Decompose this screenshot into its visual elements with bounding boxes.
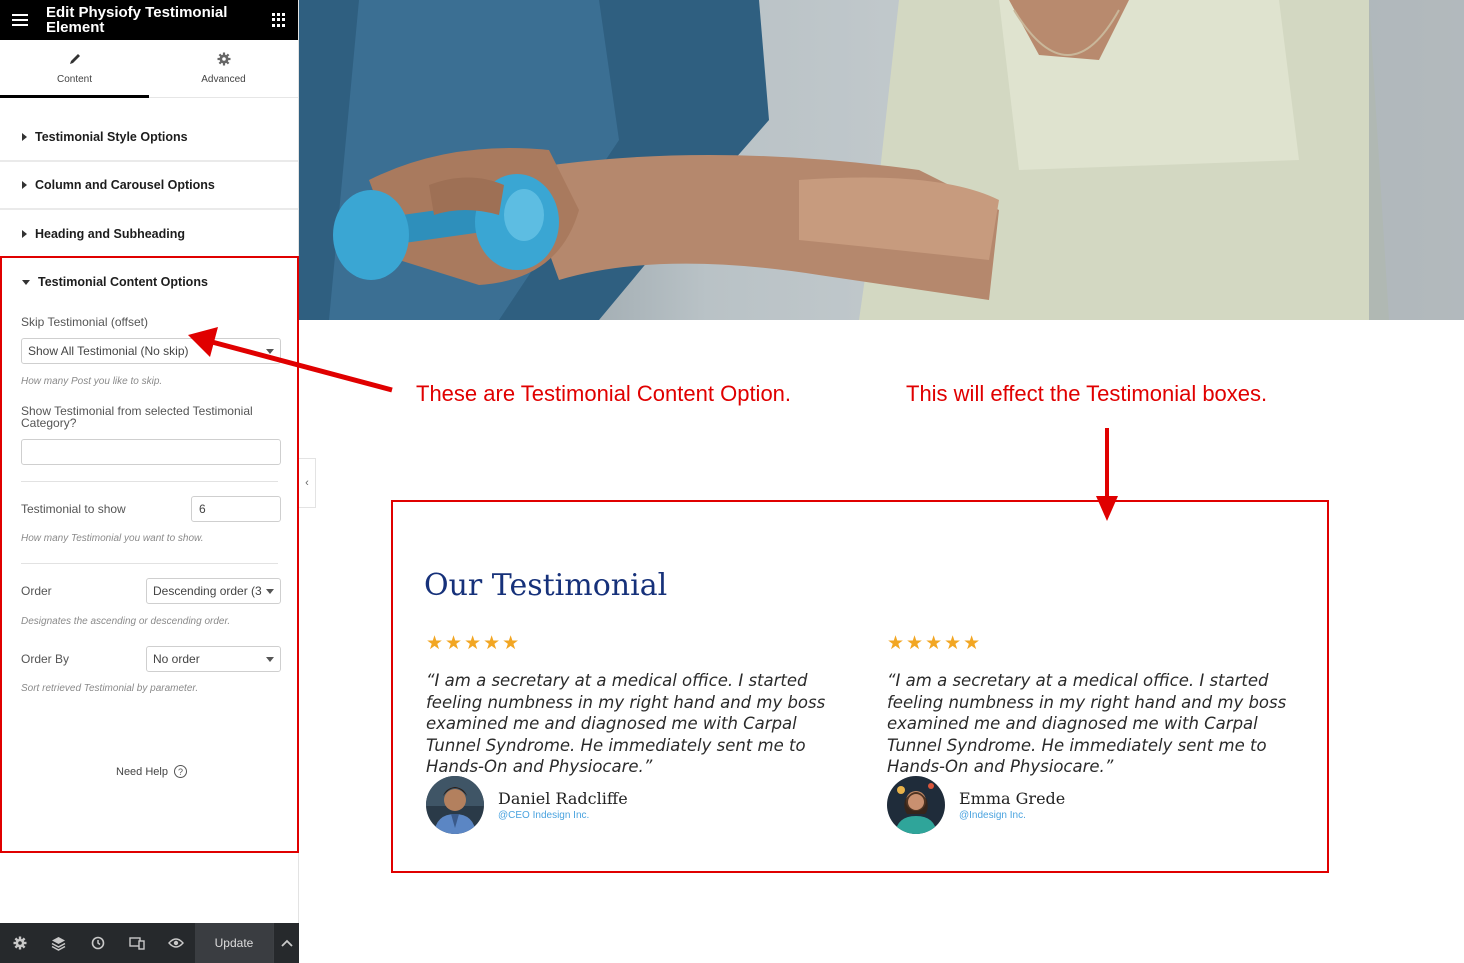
panel-title: Edit Physiofy Testimonial Element <box>46 4 228 36</box>
caret-right-icon <box>22 230 27 238</box>
person-role: @CEO Indesign Inc. <box>498 810 590 821</box>
testimonial-quote: “I am a secretary at a medical office. I… <box>426 671 826 776</box>
physiotherapy-photo <box>299 0 1464 320</box>
person-role: @Indesign Inc. <box>959 810 1026 821</box>
section-column-carousel[interactable]: Column and Carousel Options <box>0 162 298 210</box>
star-rating: ★★★★★ <box>887 633 983 654</box>
panel-tabs: Content Advanced <box>0 40 298 98</box>
devices-icon <box>128 937 145 950</box>
gear-icon <box>217 52 230 66</box>
testimonial-quote: “I am a secretary at a medical office. I… <box>887 671 1287 776</box>
history-button[interactable] <box>78 923 117 963</box>
person-avatar-icon <box>887 776 945 834</box>
widgets-grid-icon[interactable] <box>272 13 286 27</box>
pencil-icon <box>69 54 80 64</box>
hero-image <box>299 0 1464 320</box>
star-rating: ★★★★★ <box>426 633 522 654</box>
chevron-left-icon: ‹ <box>305 477 309 489</box>
caret-right-icon <box>22 181 27 189</box>
avatar <box>887 776 945 834</box>
tab-advanced-label: Advanced <box>201 74 246 85</box>
section-label: Heading and Subheading <box>35 227 186 241</box>
chevron-up-icon <box>280 939 293 947</box>
person-name: Daniel Radcliffe <box>498 789 628 808</box>
section-label: Column and Carousel Options <box>35 178 215 192</box>
section-heading-subheading[interactable]: Heading and Subheading <box>0 210 298 258</box>
history-icon <box>91 936 104 950</box>
person-avatar-icon <box>426 776 484 834</box>
avatar <box>426 776 484 834</box>
tab-content-label: Content <box>56 74 93 85</box>
gear-icon <box>13 936 26 950</box>
person-name: Emma Grede <box>959 789 1066 808</box>
annotation-left-text: These are Testimonial Content Option. <box>416 381 792 406</box>
navigator-button[interactable] <box>39 923 78 963</box>
annotation-right-text: This will effect the Testimonial boxes. <box>906 381 1268 406</box>
sidebar-highlight-box <box>0 256 299 853</box>
sidebar-header: Edit Physiofy Testimonial Element <box>0 0 298 40</box>
eye-icon <box>167 938 184 948</box>
section-label: Testimonial Style Options <box>35 130 188 144</box>
layers-icon <box>51 936 66 951</box>
tab-advanced[interactable]: Advanced <box>149 40 298 97</box>
hamburger-menu-icon[interactable] <box>12 14 28 26</box>
section-testimonial-style[interactable]: Testimonial Style Options <box>0 114 298 162</box>
tab-content[interactable]: Content <box>0 40 149 98</box>
update-button[interactable]: Update <box>195 923 273 963</box>
preview-button[interactable] <box>156 923 195 963</box>
caret-right-icon <box>22 133 27 141</box>
settings-button[interactable] <box>0 923 39 963</box>
responsive-button[interactable] <box>117 923 156 963</box>
sidebar-footer: Update <box>0 923 299 963</box>
collapse-panel-toggle[interactable]: ‹ <box>299 458 316 508</box>
save-options-button[interactable] <box>273 923 299 963</box>
testimonial-heading: Our Testimonial <box>424 568 668 603</box>
